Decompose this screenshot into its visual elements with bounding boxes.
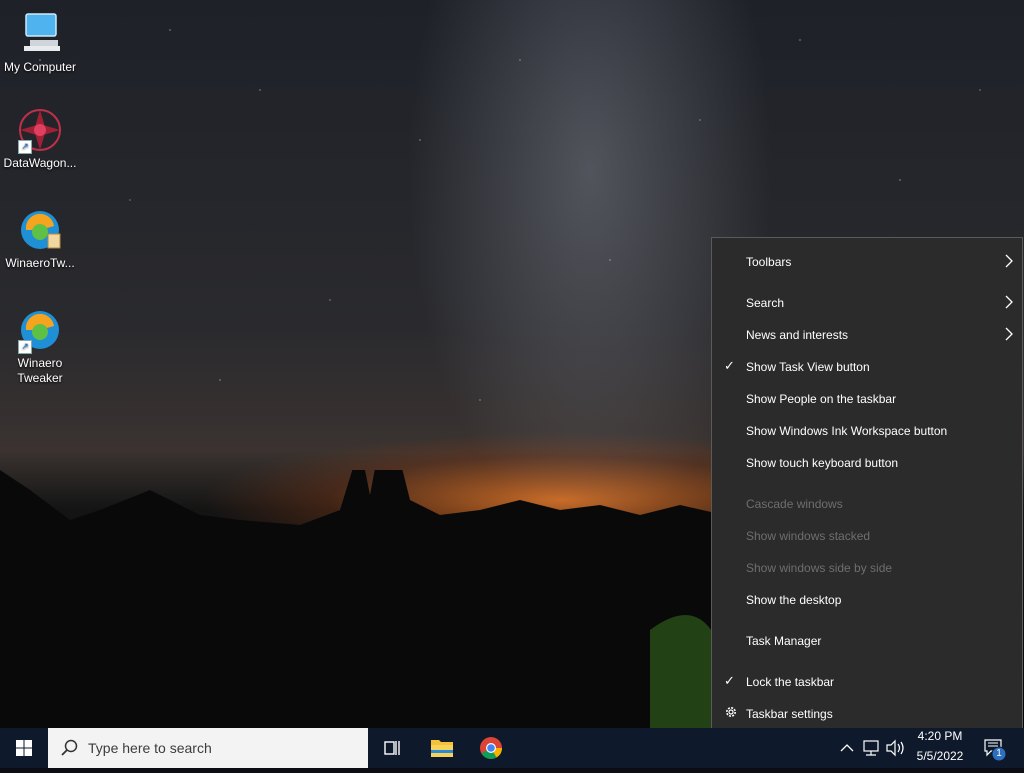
winaero-tweaker-icon bbox=[16, 206, 64, 254]
desktop-icon-label: DataWagon... bbox=[3, 156, 77, 170]
menu-item-show-windows-side-by-side: Show windows side by side bbox=[746, 561, 893, 575]
taskbar-context-menu: Toolbars Search News and interests ✓ Sho… bbox=[711, 237, 1023, 737]
task-view-icon bbox=[384, 741, 400, 755]
menu-item-show-windows-stacked: Show windows stacked bbox=[746, 529, 871, 543]
notification-count-badge: 1 bbox=[996, 748, 1002, 759]
task-view-button[interactable] bbox=[368, 728, 416, 768]
windows-logo-icon bbox=[16, 740, 32, 756]
desktop-icon-datawagon[interactable]: ↗ DataWagon... bbox=[0, 106, 80, 171]
show-hidden-icons-button[interactable] bbox=[836, 728, 858, 768]
desktop-icon-winaero-tweaker-2[interactable]: ↗ Winaero Tweaker bbox=[0, 306, 80, 386]
chevron-right-icon bbox=[1004, 327, 1014, 344]
taskbar[interactable]: Type here to search 4:20 PM 5/5/2022 1 bbox=[0, 728, 1024, 768]
desktop-icon-label: WinaeroTw... bbox=[5, 256, 75, 270]
monitor-icon bbox=[16, 10, 64, 58]
network-button[interactable] bbox=[860, 728, 884, 768]
menu-item-task-manager[interactable]: Task Manager bbox=[712, 627, 1022, 655]
winaero-tweaker-icon: ↗ bbox=[16, 306, 64, 354]
shortcut-arrow-icon: ↗ bbox=[18, 340, 32, 354]
menu-item-show-task-view-button[interactable]: ✓ Show Task View button bbox=[712, 353, 1022, 381]
desktop-icon-winaero-tweaker-1[interactable]: WinaeroTw... bbox=[0, 206, 80, 271]
menu-item-toolbars[interactable]: Toolbars bbox=[712, 248, 1022, 276]
checkmark-icon: ✓ bbox=[724, 673, 735, 688]
menu-item-cascade-windows: Cascade windows bbox=[746, 497, 843, 511]
volume-icon bbox=[886, 739, 904, 757]
desktop-icon-label: Winaero Tweaker bbox=[17, 356, 63, 385]
menu-item-show-windows-ink[interactable]: Show Windows Ink Workspace button bbox=[712, 417, 1022, 445]
file-explorer-icon bbox=[431, 740, 453, 757]
datawagon-icon: ↗ bbox=[16, 106, 64, 154]
taskbar-search-box[interactable]: Type here to search bbox=[48, 728, 368, 768]
volume-button[interactable] bbox=[884, 728, 908, 768]
chevron-right-icon bbox=[1004, 254, 1014, 271]
clock-date: 5/5/2022 bbox=[916, 749, 964, 763]
menu-item-taskbar-settings[interactable]: Taskbar settings bbox=[712, 700, 1022, 728]
action-center-button[interactable]: 1 bbox=[978, 728, 1014, 768]
gear-icon bbox=[724, 705, 738, 722]
search-placeholder: Type here to search bbox=[88, 740, 212, 756]
menu-item-show-touch-keyboard[interactable]: Show touch keyboard button bbox=[712, 449, 1022, 477]
desktop-icon-label: My Computer bbox=[3, 60, 77, 74]
taskbar-clock[interactable]: 4:20 PM 5/5/2022 bbox=[910, 728, 970, 768]
file-explorer-button[interactable] bbox=[418, 728, 466, 768]
start-button[interactable] bbox=[0, 728, 48, 768]
chevron-right-icon bbox=[1004, 295, 1014, 312]
menu-item-lock-the-taskbar[interactable]: ✓ Lock the taskbar bbox=[712, 668, 1022, 696]
shortcut-arrow-icon: ↗ bbox=[18, 140, 32, 154]
chevron-up-icon bbox=[840, 744, 854, 752]
clock-time: 4:20 PM bbox=[917, 729, 963, 743]
menu-item-search[interactable]: Search bbox=[712, 289, 1022, 317]
menu-item-show-the-desktop[interactable]: Show the desktop bbox=[712, 586, 1022, 614]
search-icon bbox=[60, 738, 80, 763]
network-icon bbox=[863, 740, 879, 756]
checkmark-icon: ✓ bbox=[724, 358, 735, 373]
chrome-button[interactable] bbox=[467, 728, 515, 768]
chrome-icon bbox=[480, 737, 502, 759]
menu-item-show-people[interactable]: Show People on the taskbar bbox=[712, 385, 1022, 413]
desktop-icon-my-computer[interactable]: My Computer bbox=[0, 10, 80, 75]
menu-item-news-and-interests[interactable]: News and interests bbox=[712, 321, 1022, 349]
